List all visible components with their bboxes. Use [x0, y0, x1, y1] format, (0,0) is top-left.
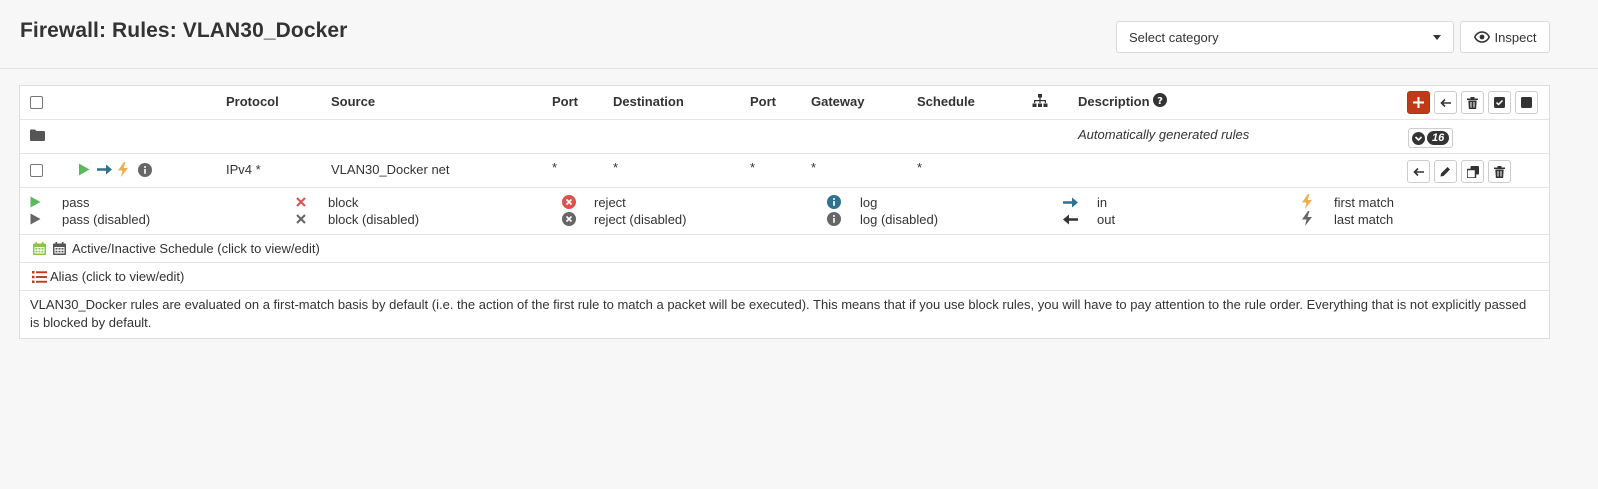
trash-icon: [1494, 165, 1505, 178]
svg-text:?: ?: [1157, 96, 1163, 107]
alias-note-row: Alias (click to view/edit): [20, 263, 1549, 291]
legend-in: in: [1097, 195, 1108, 210]
plus-icon: [1413, 97, 1424, 108]
inspect-button[interactable]: Inspect: [1460, 21, 1550, 53]
legend-last-match: last match: [1334, 212, 1394, 227]
arrow-right-icon: [1063, 197, 1078, 208]
auto-rules-count-badge: 16: [1427, 131, 1450, 145]
disable-selected-button[interactable]: [1515, 91, 1538, 114]
rules-panel: Protocol Source Port Destination Port Ga…: [19, 85, 1550, 339]
move-rule-button[interactable]: [1407, 160, 1430, 183]
reject-icon: [562, 195, 576, 209]
reject-disabled-icon: [562, 212, 576, 226]
rule-protocol: IPv4 *: [226, 162, 261, 177]
pencil-icon: [1440, 167, 1450, 177]
schedule-note-row: Active/Inactive Schedule (click to view/…: [20, 235, 1549, 263]
auto-generated-row[interactable]: Automatically generated rules 16: [20, 120, 1549, 154]
col-gateway: Gateway: [811, 94, 865, 109]
info-row: VLAN30_Docker rules are evaluated on a f…: [20, 291, 1549, 338]
enable-selected-button[interactable]: [1488, 91, 1511, 114]
rule-gateway: *: [811, 160, 817, 175]
square-icon: [1521, 97, 1532, 108]
table-header-row: Protocol Source Port Destination Port Ga…: [20, 86, 1549, 120]
select-all-checkbox[interactable]: [30, 96, 43, 109]
legend-pass-disabled: pass (disabled): [62, 212, 151, 227]
legend-log: log: [860, 195, 878, 210]
category-select[interactable]: Select category: [1116, 21, 1454, 53]
bolt-disabled-icon: [1302, 211, 1312, 226]
alias-note: Alias (click to view/edit): [50, 269, 185, 284]
col-source: Source: [331, 94, 376, 109]
legend-block-disabled: block (disabled): [328, 212, 420, 227]
bolt-icon: [118, 162, 128, 177]
legend-pass: pass: [62, 195, 90, 210]
chevron-circle-down-icon: [1412, 131, 1425, 145]
legend-first-match: first match: [1334, 195, 1394, 210]
list-icon: [32, 271, 47, 283]
schedule-note: Active/Inactive Schedule (click to view/…: [72, 241, 320, 256]
legend-block: block: [328, 195, 359, 210]
col-port: Port: [552, 94, 578, 109]
copy-rule-button[interactable]: [1461, 160, 1484, 183]
legend-log-disabled: log (disabled): [860, 212, 939, 227]
inspect-label: Inspect: [1494, 29, 1537, 45]
col-destination: Destination: [613, 94, 684, 109]
log-icon: [827, 195, 841, 209]
legend-reject: reject: [594, 195, 626, 210]
block-icon: [296, 197, 306, 207]
legend-row: pass pass (disabled) block block (disabl…: [20, 188, 1549, 235]
rule-source: VLAN30_Docker net: [331, 162, 450, 177]
col-protocol: Protocol: [226, 94, 279, 109]
info-icon[interactable]: [138, 163, 152, 177]
arrow-left-icon: [1412, 167, 1424, 176]
trash-icon: [1467, 96, 1478, 109]
rule-checkbox[interactable]: [30, 164, 43, 177]
check-square-icon: [1494, 97, 1505, 108]
arrow-right-icon: [97, 164, 112, 175]
bolt-icon: [1302, 194, 1312, 209]
edit-rule-button[interactable]: [1434, 160, 1457, 183]
add-rule-button[interactable]: [1407, 91, 1430, 114]
clone-icon: [1466, 165, 1479, 178]
rule-order-info: VLAN30_Docker rules are evaluated on a f…: [30, 297, 1527, 330]
rule-destination: *: [613, 160, 619, 175]
move-selected-button[interactable]: [1434, 91, 1457, 114]
table-row[interactable]: IPv4 * VLAN30_Docker net * * * * *: [20, 154, 1549, 188]
col-schedule: Schedule: [917, 94, 975, 109]
legend-out: out: [1097, 212, 1116, 227]
sitemap-icon: [1032, 94, 1048, 107]
calendar-active-icon: [33, 242, 46, 255]
delete-rule-button[interactable]: [1488, 160, 1511, 183]
delete-selected-button[interactable]: [1461, 91, 1484, 114]
folder-icon: [30, 129, 45, 141]
top-bar: Firewall: Rules: VLAN30_Docker Select ca…: [0, 0, 1598, 69]
category-select-label: Select category: [1129, 29, 1219, 45]
arrow-left-icon: [1063, 214, 1078, 225]
eye-icon: [1473, 31, 1490, 43]
calendar-inactive-icon: [53, 242, 66, 255]
rule-port: *: [552, 160, 558, 175]
page-title: Firewall: Rules: VLAN30_Docker: [20, 19, 348, 42]
log-disabled-icon: [827, 212, 841, 226]
col-description: Description: [1078, 94, 1150, 109]
rule-schedule: *: [917, 160, 923, 175]
rule-dest-port: *: [750, 160, 756, 175]
pass-icon: [30, 196, 41, 208]
expand-auto-rules-button[interactable]: 16: [1408, 128, 1454, 148]
block-disabled-icon: [296, 214, 306, 224]
help-icon[interactable]: ?: [1153, 93, 1167, 107]
col-port-dest: Port: [750, 94, 776, 109]
pass-disabled-icon: [30, 213, 41, 225]
pass-icon[interactable]: [78, 163, 90, 176]
legend-reject-disabled: reject (disabled): [594, 212, 687, 227]
arrow-left-icon: [1439, 98, 1451, 107]
auto-group-label: Automatically generated rules: [1078, 127, 1250, 142]
chevron-down-icon: [1433, 34, 1441, 40]
